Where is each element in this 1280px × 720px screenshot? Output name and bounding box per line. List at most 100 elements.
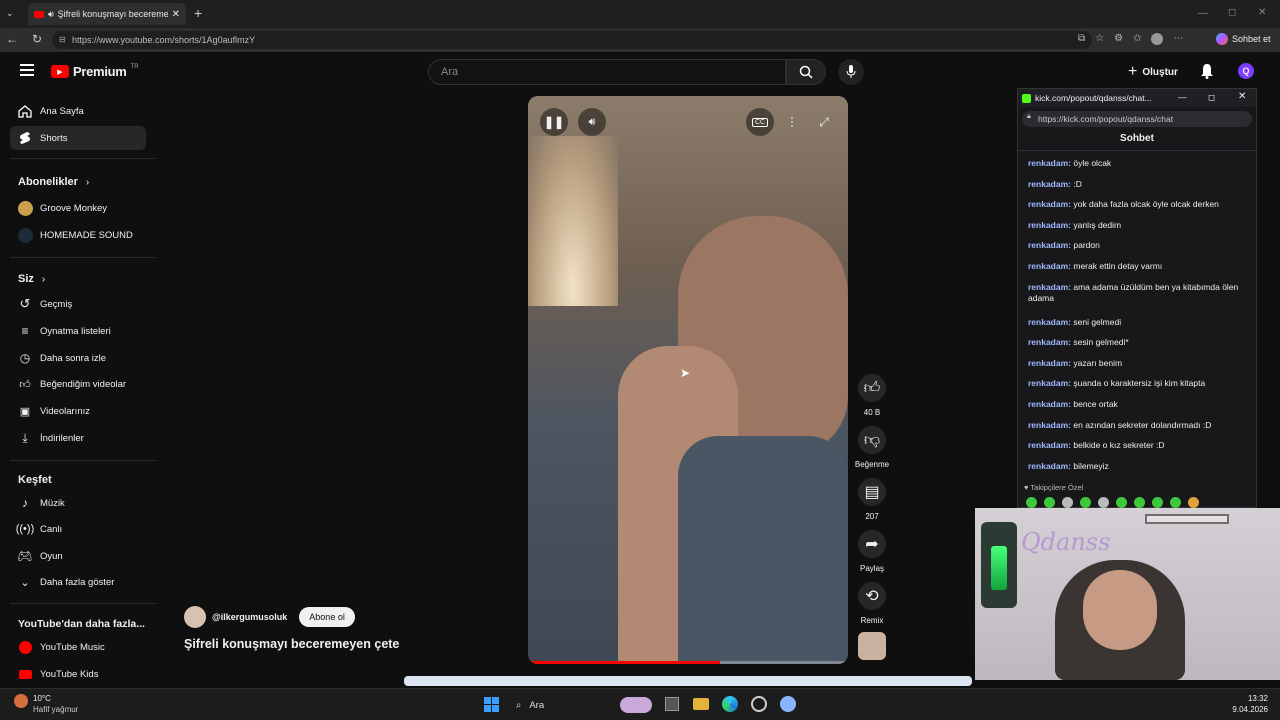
chat-username[interactable]: renkadam:: [1028, 337, 1071, 347]
notifications-bell-icon[interactable]: [1200, 63, 1214, 82]
address-bar[interactable]: ⊟ https://www.youtube.com/shorts/1Ag0auf…: [52, 31, 1092, 49]
subscribe-button[interactable]: Abone ol: [299, 607, 355, 627]
next-short-peek: [404, 676, 972, 686]
chat-username[interactable]: renkadam:: [1028, 378, 1071, 388]
profile-avatar[interactable]: [1151, 33, 1164, 45]
sidebar-item-your-videos[interactable]: ▣ Videolarınız: [10, 399, 146, 423]
dislike-button[interactable]: 👎︎ Beğenme: [852, 426, 892, 469]
search-button[interactable]: [786, 59, 826, 85]
share-button[interactable]: ➦ Paylaş: [854, 530, 890, 573]
taskbar-widget-icon[interactable]: [620, 697, 652, 713]
channel-handle[interactable]: @ilkergumusoluk: [212, 612, 287, 622]
edge-browser-icon[interactable]: [722, 696, 738, 712]
favorite-star-icon[interactable]: ☆: [1095, 33, 1104, 45]
settings-gear-icon[interactable]: [780, 696, 796, 712]
remix-button[interactable]: ⟲ Remix: [854, 582, 890, 625]
extension-icon[interactable]: ⚙: [1114, 33, 1123, 45]
create-button[interactable]: + Oluştur: [1128, 63, 1178, 81]
chat-username[interactable]: renkadam:: [1028, 199, 1071, 209]
fullscreen-button[interactable]: ⤢: [810, 108, 838, 136]
shorts-video-player[interactable]: ❚❚ 🔊︎ CC ⋮ ⤢: [528, 96, 848, 664]
chat-username[interactable]: renkadam:: [1028, 461, 1071, 471]
favorites-icon[interactable]: ✩: [1133, 33, 1141, 45]
pause-button[interactable]: ❚❚: [540, 108, 568, 136]
app-icon[interactable]: ⧉: [1078, 33, 1085, 45]
taskbar-search[interactable]: ⌕ Ara: [510, 696, 620, 714]
sidebar-item-shorts[interactable]: Shorts: [10, 126, 146, 150]
sidebar-item-music[interactable]: ♪ Müzik: [10, 491, 146, 515]
maximize-icon[interactable]: ◻: [1208, 92, 1215, 103]
emote-icon[interactable]: [1134, 497, 1145, 508]
close-tab-icon[interactable]: ✕: [172, 9, 186, 20]
sidebar-item-downloads[interactable]: ⤓ İndirilenler: [10, 426, 146, 450]
close-window-icon[interactable]: ✕: [1258, 7, 1266, 18]
youtube-premium-logo[interactable]: ▶ Premium TR: [51, 64, 139, 79]
emote-icon[interactable]: [1080, 497, 1091, 508]
emote-icon[interactable]: [1044, 497, 1055, 508]
back-icon[interactable]: ←: [6, 32, 18, 46]
emote-icon[interactable]: [1152, 497, 1163, 508]
progress-track[interactable]: [528, 661, 848, 664]
sidebar-item-liked-videos[interactable]: 👍︎ Beğendiğim videolar: [10, 372, 146, 396]
chat-username[interactable]: renkadam:: [1028, 240, 1071, 250]
sidebar-item-history[interactable]: ↺ Geçmiş: [10, 292, 146, 316]
windows-start-icon[interactable]: [484, 697, 499, 712]
you-header[interactable]: Siz ›: [18, 273, 45, 285]
chat-username[interactable]: renkadam:: [1028, 317, 1071, 327]
emote-icon[interactable]: [1170, 497, 1181, 508]
sidebar-item-homemade-sound[interactable]: HOMEMADE SOUND: [10, 223, 146, 247]
emote-icon[interactable]: [1188, 497, 1199, 508]
emote-icon[interactable]: [1098, 497, 1109, 508]
chat-username[interactable]: renkadam:: [1028, 158, 1071, 168]
sidebar-item-watch-later[interactable]: ◷ Daha sonra izle: [10, 346, 146, 370]
sidebar-item-show-more[interactable]: ⌄ Daha fazla göster: [10, 570, 146, 594]
search-input[interactable]: Ara: [428, 59, 786, 85]
app-icon[interactable]: [751, 696, 767, 712]
maximize-icon[interactable]: ◻: [1228, 7, 1236, 18]
sidebar-item-groove-monkey[interactable]: Groove Monkey: [10, 196, 146, 220]
like-button[interactable]: 👍︎ 40 B: [858, 374, 886, 417]
chat-username[interactable]: renkadam:: [1028, 261, 1071, 271]
channel-avatar[interactable]: [184, 606, 206, 628]
weather-icon[interactable]: [14, 694, 28, 708]
chat-username[interactable]: renkadam:: [1028, 420, 1071, 430]
voice-search-button[interactable]: [838, 59, 864, 85]
sidebar-item-gaming[interactable]: 🎮︎ Oyun: [10, 544, 146, 568]
sidebar-item-live[interactable]: ((•)) Canlı: [10, 517, 146, 541]
minimize-icon[interactable]: —: [1178, 92, 1187, 102]
chat-username[interactable]: renkadam:: [1028, 220, 1071, 230]
tab-list-icon[interactable]: ⌄: [6, 8, 20, 20]
subscriptions-header[interactable]: Abonelikler ›: [18, 176, 89, 188]
chat-username[interactable]: renkadam:: [1028, 399, 1071, 409]
browser-tab[interactable]: 🔊︎ Şifreli konuşmayı beceremeyen ✕: [28, 3, 186, 25]
sidebar-item-youtube-music[interactable]: YouTube Music: [10, 635, 146, 659]
popout-address-bar[interactable]: 🔒︎ https://kick.com/popout/qdanss/chat: [1022, 111, 1252, 127]
emote-icon[interactable]: [1026, 497, 1037, 508]
emote-icon[interactable]: [1116, 497, 1127, 508]
sidebar-item-youtube-kids[interactable]: YouTube Kids: [10, 662, 146, 686]
volume-button[interactable]: 🔊︎: [578, 108, 606, 136]
comments-button[interactable]: ▤ 207: [858, 478, 886, 521]
more-icon[interactable]: ⋯: [1173, 33, 1183, 45]
chat-username[interactable]: renkadam:: [1028, 358, 1071, 368]
account-avatar[interactable]: Q: [1238, 63, 1254, 79]
sidebar-item-playlists[interactable]: ≡ Oynatma listeleri: [10, 319, 146, 343]
video-more-button[interactable]: ⋮: [778, 108, 806, 136]
chat-username[interactable]: renkadam:: [1028, 282, 1071, 292]
hamburger-menu-icon[interactable]: [20, 64, 34, 76]
close-window-icon[interactable]: ✕: [1238, 91, 1246, 102]
new-tab-icon[interactable]: +: [194, 5, 202, 21]
chat-username[interactable]: renkadam:: [1028, 440, 1071, 450]
task-view-icon[interactable]: [665, 697, 679, 711]
sidebar-item-home[interactable]: Ana Sayfa: [10, 99, 146, 123]
sound-thumbnail[interactable]: [858, 632, 886, 660]
chat-username[interactable]: renkadam:: [1028, 179, 1071, 189]
minimize-icon[interactable]: —: [1198, 8, 1208, 19]
emote-icon[interactable]: [1062, 497, 1073, 508]
speaker-icon[interactable]: 🔊︎: [48, 9, 54, 20]
captions-button[interactable]: CC: [746, 108, 774, 136]
reload-icon[interactable]: ↻: [32, 32, 42, 46]
copilot-button[interactable]: Sohbet et: [1216, 33, 1271, 45]
site-info-icon[interactable]: ⊟: [59, 35, 66, 44]
file-explorer-icon[interactable]: [693, 698, 709, 710]
